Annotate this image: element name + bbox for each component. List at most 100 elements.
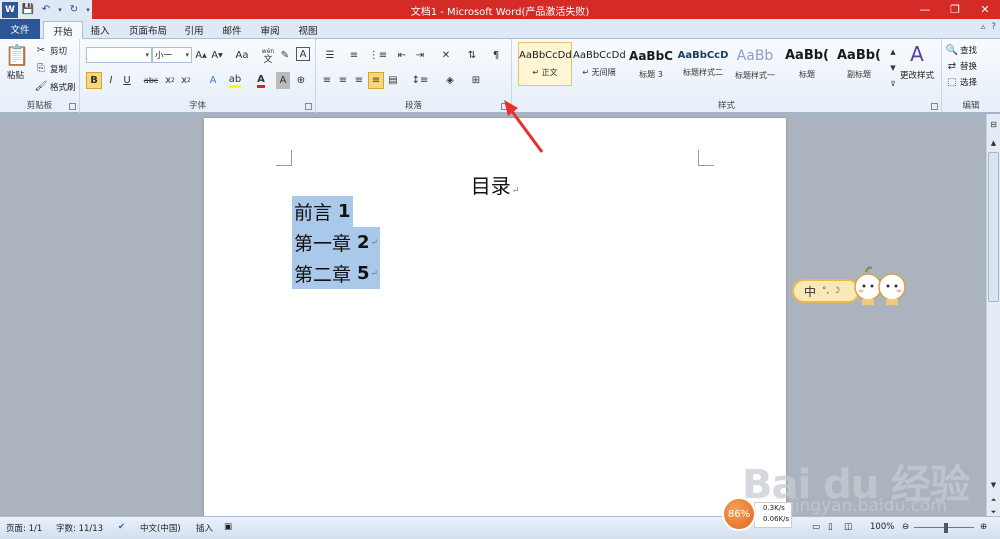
document-page[interactable]: 目录↵ 前言 1 第一章 2 ↵ 第二章 5 ↵ xyxy=(204,118,786,516)
style-subtitle[interactable]: AaBb( 副标题 xyxy=(832,42,886,86)
find-icon[interactable]: 🔍 xyxy=(946,42,958,59)
style-title[interactable]: AaBb( 标题 xyxy=(780,42,834,86)
phonetic-guide-icon[interactable]: wén 文 xyxy=(260,47,276,65)
superscript-button[interactable]: x2 xyxy=(180,72,192,89)
zoom-level[interactable]: 100% xyxy=(870,522,894,532)
change-styles-icon[interactable]: A xyxy=(906,42,928,66)
vertical-scrollbar[interactable]: ⊟ ▲ ▼ ⏶ ⏷ xyxy=(986,114,1000,516)
justify-icon[interactable]: ≡ xyxy=(368,72,384,89)
chinese-layout-icon[interactable]: ✕ xyxy=(436,47,456,64)
replace-label[interactable]: 替换 xyxy=(960,60,977,72)
styles-scroll-up-icon[interactable]: ▲ xyxy=(888,43,898,60)
zoom-in-icon[interactable]: ⊕ xyxy=(980,522,987,532)
format-painter-icon[interactable]: 🖌 xyxy=(35,78,48,95)
ime-mode-label[interactable]: 中 xyxy=(804,283,816,300)
styles-launcher-icon[interactable] xyxy=(931,103,938,110)
bold-button[interactable]: B xyxy=(86,72,102,89)
line-spacing-icon[interactable]: ↕≡ xyxy=(410,72,430,89)
style-no-spacing[interactable]: AaBbCcDd ↵ 无间隔 xyxy=(572,42,626,86)
scroll-up-icon[interactable]: ▲ xyxy=(988,134,999,151)
style-title-1[interactable]: AaBb 标题样式一 xyxy=(728,42,782,86)
ime-toolbar[interactable]: 中 °, ☽ xyxy=(792,279,860,303)
ruler-toggle-icon[interactable]: ⊟ xyxy=(988,116,999,133)
font-size-dropdown-icon[interactable]: ▾ xyxy=(185,51,191,59)
select-icon[interactable]: ⬚ xyxy=(946,74,958,91)
character-shading-icon[interactable]: A xyxy=(276,72,290,89)
select-label[interactable]: 选择 xyxy=(960,76,977,88)
tab-review[interactable]: 审阅 xyxy=(254,21,286,39)
language-indicator[interactable]: 中文(中国) xyxy=(140,522,181,534)
network-monitor[interactable]: 0.3K/s 0.06K/s 86% xyxy=(722,497,792,533)
multilevel-list-icon[interactable]: ⋮≡ xyxy=(368,47,388,64)
tab-file[interactable]: 文件 xyxy=(0,19,40,39)
paste-label[interactable]: 粘贴 xyxy=(7,69,24,81)
increase-indent-icon[interactable]: ⇥ xyxy=(412,47,428,64)
view-full-screen-icon[interactable]: ▯ xyxy=(828,522,833,532)
ime-status-icons[interactable]: °, ☽ xyxy=(822,286,840,296)
toc-entry[interactable]: 前言 1 xyxy=(292,196,353,227)
shrink-font-icon[interactable]: A ▼ xyxy=(210,47,224,64)
ribbon-minimize-icon[interactable]: ▵ xyxy=(981,22,986,32)
italic-button[interactable]: I xyxy=(104,72,118,89)
highlight-color-icon[interactable]: ab xyxy=(226,72,244,89)
toc-entry[interactable]: 第二章 5 ↵ xyxy=(292,258,381,289)
font-launcher-icon[interactable] xyxy=(305,103,312,110)
maximize-button[interactable]: ❐ xyxy=(940,0,970,19)
view-print-layout-icon[interactable]: ▭ xyxy=(812,522,820,532)
toc-title[interactable]: 目录↵ xyxy=(204,170,786,199)
memory-usage-badge[interactable]: 86% xyxy=(722,497,756,531)
font-color-icon[interactable]: A xyxy=(252,72,270,89)
tab-references[interactable]: 引用 xyxy=(178,21,210,39)
dropdown-icon[interactable]: ▾ xyxy=(56,2,64,18)
style-title-2[interactable]: AaBbCcD 标题样式二 xyxy=(676,42,730,86)
view-web-layout-icon[interactable]: ◫ xyxy=(844,522,852,532)
close-button[interactable]: ✕ xyxy=(970,0,1000,19)
styles-scroll-down-icon[interactable]: ▼ xyxy=(888,59,898,76)
subscript-button[interactable]: x2 xyxy=(164,72,176,89)
underline-button[interactable]: U xyxy=(120,72,134,89)
distributed-icon[interactable]: ▤ xyxy=(386,72,400,89)
help-icon[interactable]: ? xyxy=(991,22,996,32)
shading-icon[interactable]: ◈ xyxy=(440,72,460,89)
style-heading-3[interactable]: AaBbC 标题 3 xyxy=(624,42,678,86)
minimize-button[interactable]: — xyxy=(910,0,940,19)
redo-icon[interactable]: ↻ xyxy=(66,2,82,18)
style-normal[interactable]: AaBbCcDd ↵ 正文 xyxy=(518,42,572,86)
bullets-icon[interactable]: ☰ xyxy=(320,47,340,64)
word-count[interactable]: 字数: 11/13 xyxy=(56,522,103,534)
replace-icon[interactable]: ⇄ xyxy=(946,58,958,75)
show-hide-marks-icon[interactable]: ¶ xyxy=(488,47,504,64)
align-center-icon[interactable]: ≡ xyxy=(336,72,350,89)
align-left-icon[interactable]: ≡ xyxy=(320,72,334,89)
change-styles-label[interactable]: 更改样式 xyxy=(900,69,934,81)
align-right-icon[interactable]: ≡ xyxy=(352,72,366,89)
insert-mode-indicator[interactable]: 插入 xyxy=(196,522,213,534)
macro-recording-icon[interactable]: ▣ xyxy=(224,522,232,532)
zoom-out-icon[interactable]: ⊖ xyxy=(902,522,909,532)
scroll-down-icon[interactable]: ▼ xyxy=(988,476,999,493)
paste-icon[interactable]: 📋 xyxy=(5,42,30,68)
toc-entry[interactable]: 第一章 2 ↵ xyxy=(292,227,381,258)
copy-label[interactable]: 复制 xyxy=(50,63,67,75)
font-size-combo[interactable]: 小一 ▾ xyxy=(152,47,192,63)
clear-formatting-icon[interactable]: ✎ xyxy=(278,47,292,64)
cut-label[interactable]: 剪切 xyxy=(50,45,67,57)
proofing-icon[interactable]: ✔ xyxy=(118,522,125,532)
font-name-combo[interactable]: ▾ xyxy=(86,47,152,63)
enclose-characters-icon[interactable]: ⊕ xyxy=(294,72,308,89)
tab-mailings[interactable]: 邮件 xyxy=(216,21,248,39)
copy-icon[interactable]: ⎘ xyxy=(35,60,47,77)
undo-icon[interactable]: ↶ xyxy=(38,2,54,18)
tab-page-layout[interactable]: 页面布局 xyxy=(122,21,174,39)
word-logo-icon[interactable]: W xyxy=(2,1,18,18)
decrease-indent-icon[interactable]: ⇤ xyxy=(394,47,410,64)
borders-icon[interactable]: ⊞ xyxy=(466,72,486,89)
customize-icon[interactable]: ▾ xyxy=(84,2,92,18)
tab-view[interactable]: 视图 xyxy=(292,21,324,39)
scrollbar-thumb[interactable] xyxy=(988,152,999,302)
cut-icon[interactable]: ✂ xyxy=(35,42,47,59)
save-icon[interactable]: 💾 xyxy=(20,2,36,18)
styles-more-icon[interactable]: ⊽ xyxy=(888,75,898,92)
tab-home[interactable]: 开始 xyxy=(43,21,83,40)
change-case-icon[interactable]: Aa xyxy=(232,47,252,64)
